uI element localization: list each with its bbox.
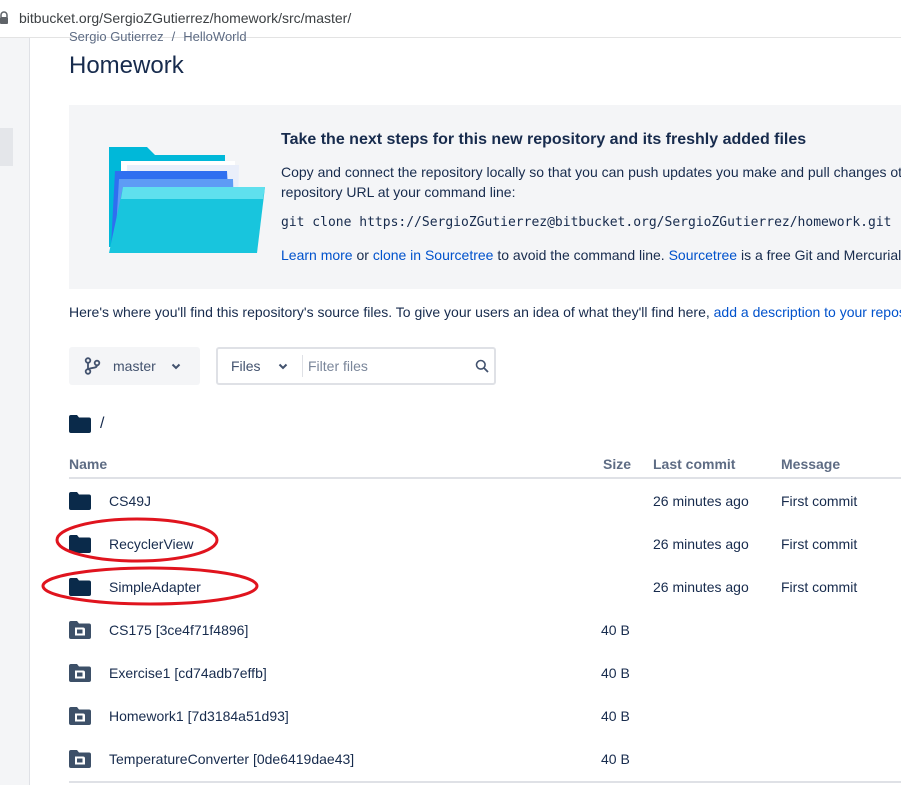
file-name[interactable]: RecyclerView — [109, 536, 194, 552]
banner-links: Learn more or clone in Sourcetree to avo… — [281, 247, 901, 263]
column-header-size[interactable]: Size — [603, 456, 631, 472]
file-filter: Files — [216, 347, 496, 385]
sourcetree-link[interactable]: Sourcetree — [669, 247, 737, 263]
file-last-commit: 26 minutes ago — [653, 536, 749, 552]
banner-description-line: repository URL at your command line: — [281, 184, 516, 200]
folder-icon — [69, 415, 91, 433]
file-commit-message: First commit — [781, 536, 858, 552]
banner-description: Copy and connect the repository locally … — [281, 162, 901, 202]
next-steps-banner: Take the next steps for this new reposit… — [69, 105, 901, 289]
file-commit-message: First commit — [781, 579, 858, 595]
files-dropdown[interactable]: Files — [218, 349, 302, 383]
intro-text: Here's where you'll find this repository… — [69, 304, 714, 320]
file-size: 40 B — [601, 708, 630, 724]
table-bottom-border — [69, 781, 901, 783]
submodule-icon — [69, 750, 91, 768]
page-title: Homework — [69, 52, 184, 79]
table-row[interactable]: CS49J 26 minutes ago First commit — [69, 480, 901, 523]
branch-name: master — [113, 358, 156, 374]
file-name[interactable]: TemperatureConverter [0de6419dae43] — [109, 751, 354, 767]
files-dropdown-label: Files — [231, 358, 261, 374]
file-last-commit: 26 minutes ago — [653, 493, 749, 509]
table-row[interactable]: CS175 [3ce4f71f4896] 40 B — [69, 609, 901, 652]
file-size: 40 B — [601, 751, 630, 767]
branch-icon — [84, 357, 101, 375]
submodule-icon — [69, 621, 91, 639]
banner-heading: Take the next steps for this new reposit… — [281, 131, 807, 148]
file-table-header: Name Size Last commit Message — [69, 450, 901, 479]
learn-more-link[interactable]: Learn more — [281, 247, 353, 263]
file-name[interactable]: Homework1 [7d3184a51d93] — [109, 708, 289, 724]
table-row[interactable]: Exercise1 [cd74adb7effb] 40 B — [69, 652, 901, 695]
url-text[interactable]: bitbucket.org/SergioZGutierrez/homework/… — [19, 10, 351, 26]
search-icon[interactable] — [475, 359, 489, 373]
left-sidebar — [0, 38, 30, 785]
file-name[interactable]: CS49J — [109, 493, 151, 509]
column-header-name[interactable]: Name — [69, 456, 107, 472]
breadcrumb: Sergio Gutierrez / HelloWorld — [69, 29, 247, 44]
folder-icon — [69, 578, 91, 596]
banner-text: is a free Git and Mercurial c — [737, 247, 901, 263]
folder-icon — [69, 535, 91, 553]
file-name[interactable]: SimpleAdapter — [109, 579, 201, 595]
add-description-link[interactable]: add a description to your repos — [714, 304, 901, 320]
folder-illustration-icon — [109, 147, 265, 253]
table-row[interactable]: SimpleAdapter 26 minutes ago First commi… — [69, 566, 901, 609]
file-name[interactable]: Exercise1 [cd74adb7effb] — [109, 665, 267, 681]
banner-text: or — [352, 247, 373, 263]
file-commit-message: First commit — [781, 493, 858, 509]
chevron-down-icon — [171, 363, 181, 370]
file-size: 40 B — [601, 622, 630, 638]
breadcrumb-owner[interactable]: Sergio Gutierrez — [69, 29, 164, 44]
folder-icon — [69, 492, 91, 510]
lock-icon — [0, 11, 8, 24]
clone-command[interactable]: git clone https://SergioZGutierrez@bitbu… — [281, 215, 891, 230]
file-size: 40 B — [601, 665, 630, 681]
column-header-message[interactable]: Message — [781, 456, 840, 472]
clone-in-sourcetree-link[interactable]: clone in Sourcetree — [373, 247, 494, 263]
table-row[interactable]: Homework1 [7d3184a51d93] 40 B — [69, 695, 901, 738]
chevron-down-icon — [278, 363, 288, 370]
submodule-icon — [69, 707, 91, 725]
column-header-last-commit[interactable]: Last commit — [653, 456, 735, 472]
breadcrumb-project[interactable]: HelloWorld — [183, 29, 246, 44]
table-row[interactable]: TemperatureConverter [0de6419dae43] 40 B — [69, 738, 901, 781]
submodule-icon — [69, 664, 91, 682]
repository-intro: Here's where you'll find this repository… — [69, 304, 901, 320]
path-root[interactable]: / — [100, 415, 104, 433]
file-last-commit: 26 minutes ago — [653, 579, 749, 595]
file-name[interactable]: CS175 [3ce4f71f4896] — [109, 622, 248, 638]
file-table-body: CS49J 26 minutes ago First commit Recycl… — [69, 480, 901, 781]
breadcrumb-separator: / — [171, 29, 176, 44]
branch-selector-button[interactable]: master — [69, 347, 200, 385]
sidebar-selected-item[interactable] — [0, 128, 13, 166]
divider — [302, 355, 303, 377]
banner-description-line: Copy and connect the repository locally … — [281, 164, 901, 180]
banner-text: to avoid the command line. — [493, 247, 669, 263]
table-row[interactable]: RecyclerView 26 minutes ago First commit — [69, 523, 901, 566]
filter-files-input[interactable] — [308, 353, 458, 379]
